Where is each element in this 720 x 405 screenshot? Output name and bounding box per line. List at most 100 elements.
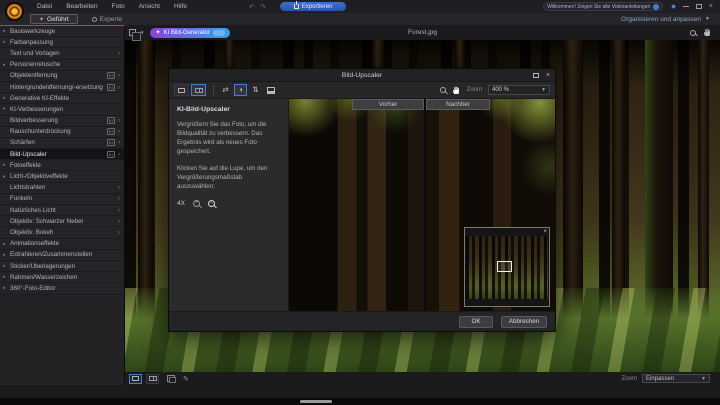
- sidebar-item-label: Schärfen: [10, 139, 105, 146]
- pan-hand-icon[interactable]: [703, 28, 712, 37]
- pen-icon[interactable]: ✎: [183, 375, 189, 383]
- dialog-zoom-dropdown[interactable]: 400 % ▼: [488, 85, 550, 95]
- single-view-button[interactable]: [129, 374, 142, 384]
- close-icon[interactable]: ×: [709, 3, 713, 10]
- export-button[interactable]: Exportieren: [280, 2, 347, 11]
- magnifier-plus-icon[interactable]: +: [193, 200, 200, 207]
- premium-gem-icon[interactable]: ◆: [671, 3, 676, 10]
- redo-icon[interactable]: ↷: [260, 3, 266, 11]
- welcome-notification[interactable]: Willkommen! Zeigen Sie alle Videoanleitu…: [543, 2, 663, 11]
- sidebar-item-sch-rfen[interactable]: SchärfenKI›: [0, 138, 124, 149]
- sidebar-item-label: Natürliches Licht: [10, 207, 115, 214]
- triangle-right-icon[interactable]: ▸: [3, 285, 10, 291]
- before-after-preview[interactable]: Vorher Nachher ×: [289, 99, 555, 311]
- sidebar-item-funkeln[interactable]: Funkeln›: [0, 194, 124, 205]
- triangle-right-icon[interactable]: ▸: [3, 39, 10, 45]
- zoom-tool-icon[interactable]: [690, 30, 696, 36]
- after-tab: Nachher: [426, 99, 490, 110]
- sidebar-item-lichtstrahlen[interactable]: Lichtstrahlen›: [0, 183, 124, 194]
- maximize-icon[interactable]: [696, 4, 702, 9]
- taskbar-handle[interactable]: [300, 400, 332, 403]
- tab-expert-label: Experte: [100, 16, 122, 23]
- navigator-viewport-rect[interactable]: [497, 261, 512, 272]
- swap-vertical-icon: ⇅: [252, 85, 258, 95]
- sidebar-item-rauschunterdr-ckung[interactable]: RauschunterdrückungKI›: [0, 127, 124, 138]
- sidebar-item-objektiv-bokeh[interactable]: Objektiv: Bokeh›: [0, 227, 124, 238]
- sidebar-item-nat-rliches-licht[interactable]: Natürliches Licht›: [0, 205, 124, 216]
- triangle-right-icon[interactable]: ▸: [3, 252, 10, 258]
- triangle-right-icon[interactable]: ▸: [3, 28, 10, 34]
- menu-item-bearbeiten[interactable]: Bearbeiten: [59, 0, 104, 13]
- undo-icon[interactable]: ↶: [249, 3, 255, 11]
- dialog-split-view-button[interactable]: [191, 84, 206, 96]
- pan-hand-icon[interactable]: [452, 86, 461, 95]
- navigator-thumbnail[interactable]: [466, 236, 548, 299]
- sidebar-item-bild-upscaler[interactable]: Bild-UpscalerKI›: [0, 149, 124, 160]
- sidebar-item-hintergrundentfernung-ersetzung[interactable]: Hintergrundentfernung/-ersetzungKI›: [0, 82, 124, 93]
- export-label: Exportieren: [302, 4, 333, 10]
- triangle-down-icon[interactable]: ▾: [3, 174, 10, 180]
- sidebar-item-bildverbesserung[interactable]: BildverbesserungKI›: [0, 116, 124, 127]
- triangle-down-icon[interactable]: ▾: [3, 106, 10, 112]
- chevron-right-icon: ›: [118, 84, 120, 91]
- sidebar-item-label: Lichtstrahlen: [10, 184, 115, 191]
- dialog-close-icon[interactable]: ×: [546, 72, 550, 79]
- sidebar-item-text-und-vorlagen[interactable]: Text und Vorlagen›: [0, 48, 124, 59]
- menu-item-hilfe[interactable]: Hilfe: [167, 0, 194, 13]
- triangle-right-icon[interactable]: ▸: [3, 263, 10, 269]
- triangle-right-icon[interactable]: ▸: [3, 62, 10, 68]
- canvas-zoom-dropdown[interactable]: Einpassen ▼: [642, 374, 710, 383]
- cancel-button[interactable]: Abbrechen: [501, 316, 547, 328]
- dialog-single-view-button[interactable]: [174, 84, 189, 96]
- organize-dropdown[interactable]: Organisieren und anpassen ▼: [621, 16, 710, 23]
- compare-top-bottom-button[interactable]: ⇅: [249, 84, 262, 96]
- before-pane[interactable]: [289, 99, 424, 311]
- minimize-icon[interactable]: [683, 6, 689, 7]
- chevron-right-icon: ›: [118, 128, 120, 135]
- toolbar-separator: [213, 85, 214, 95]
- sidebar-item-objektiv-schwarzer-nebel[interactable]: Objektiv: Schwarzer Nebel›: [0, 216, 124, 227]
- sidebar-item-label: Basiswerkzeuge: [10, 28, 120, 35]
- navigator-header: ×: [465, 228, 549, 236]
- sidebar-item-extrahieren-zusammenstellen[interactable]: ▸Extrahieren/Zusammenstellen: [0, 250, 124, 261]
- navigator-panel[interactable]: ×: [464, 227, 550, 307]
- sidebar-item-ki-verbesserungen[interactable]: ▾KI-Verbesserungen: [0, 104, 124, 115]
- compare-split-circle-button[interactable]: ◑: [234, 84, 247, 96]
- sidebar-item-generative-ki-effekte[interactable]: ▸Generative KI-Effekte: [0, 93, 124, 104]
- menu-item-ansicht[interactable]: Ansicht: [132, 0, 167, 13]
- layers-icon[interactable]: [129, 29, 136, 36]
- compare-side-by-side-button[interactable]: ⇄: [219, 84, 232, 96]
- sidebar-item-objektentfernung[interactable]: ObjektentfernungKI›: [0, 71, 124, 82]
- triangle-right-icon[interactable]: ▸: [3, 162, 10, 168]
- dialog-title-bar[interactable]: Bild-Upscaler ×: [169, 69, 555, 82]
- dialog-maximize-icon[interactable]: [533, 73, 539, 78]
- sidebar-item-rahmen-wasserzeichen[interactable]: ▸Rahmen/Wasserzeichen: [0, 272, 124, 283]
- sidebar-item-personenretusche[interactable]: ▸Personenretusche: [0, 60, 124, 71]
- app-logo-icon: [5, 2, 24, 21]
- single-view-icon: [132, 376, 139, 381]
- sidebar-item-basiswerkzeuge[interactable]: ▸Basiswerkzeuge: [0, 26, 124, 37]
- before-after-icon[interactable]: [167, 375, 175, 382]
- sidebar-item-animationseffekte[interactable]: ▸Animationseffekte: [0, 239, 124, 250]
- sidebar-item-licht-objektiveffekte[interactable]: ▾Licht-/Objektiveffekte: [0, 171, 124, 182]
- tab-guided[interactable]: ✦ Geführt: [30, 14, 78, 24]
- compare-horizontal-split-button[interactable]: [264, 84, 277, 96]
- magnifier-minus-icon[interactable]: −: [208, 200, 215, 207]
- triangle-right-icon[interactable]: ▸: [3, 95, 10, 101]
- ai-image-generator-button[interactable]: ✦ KI Bild-Generator: [150, 28, 229, 38]
- triangle-right-icon[interactable]: ▸: [3, 274, 10, 280]
- zoom-tool-icon[interactable]: [440, 87, 446, 93]
- navigator-close-icon[interactable]: ×: [543, 229, 547, 235]
- sidebar-item-fotoeffekte[interactable]: ▸Fotoeffekte: [0, 160, 124, 171]
- sidebar-item-farbanpassung[interactable]: ▸Farbanpassung: [0, 37, 124, 48]
- tab-expert[interactable]: Experte: [84, 14, 130, 24]
- menu-item-datei[interactable]: Datei: [30, 0, 59, 13]
- sidebar-item-sticker-berlagerungen[interactable]: ▸Sticker/Überlagerungen: [0, 261, 124, 272]
- ok-button[interactable]: OK: [459, 316, 493, 328]
- undo-redo-group: ↶ ↷: [249, 3, 266, 11]
- sidebar-item-360-foto-editor[interactable]: ▸360°-Foto-Editor: [0, 283, 124, 294]
- canvas-zoom-value: Einpassen: [646, 376, 674, 382]
- menu-item-foto[interactable]: Foto: [105, 0, 132, 13]
- triangle-right-icon[interactable]: ▸: [3, 241, 10, 247]
- compare-view-button[interactable]: [146, 374, 159, 384]
